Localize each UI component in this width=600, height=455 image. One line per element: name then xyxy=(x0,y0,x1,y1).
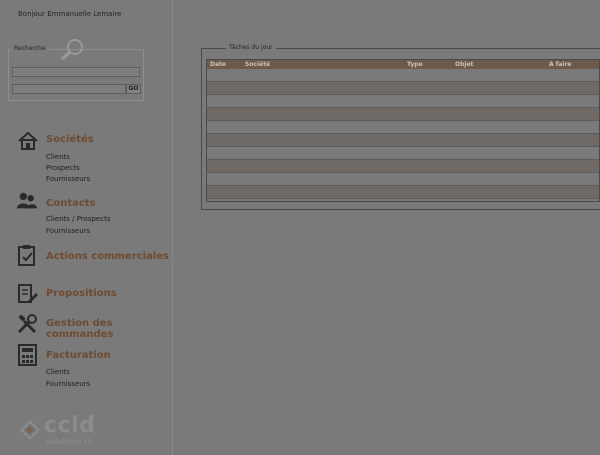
tasks-legend: Tâches du jour xyxy=(226,44,276,51)
greeting-text: Bonjour Emmanuelle Lemaire xyxy=(18,10,122,18)
search-input[interactable] xyxy=(12,67,140,77)
nav-societes-clients[interactable]: Clients xyxy=(46,153,70,161)
sidebar: Bonjour Emmanuelle Lemaire Recherche GO … xyxy=(0,0,173,455)
document-edit-icon xyxy=(18,284,38,303)
logo-tagline: solutions rh xyxy=(46,437,93,446)
clipboard-check-icon xyxy=(18,245,35,266)
table-row[interactable] xyxy=(207,69,599,82)
table-row[interactable] xyxy=(207,82,599,95)
nav-title-propositions[interactable]: Propositions xyxy=(46,288,117,299)
nav-title-societes[interactable]: Sociétés xyxy=(46,134,94,145)
col-a-faire[interactable]: A faire xyxy=(549,61,571,68)
nav-title-actions[interactable]: Actions commerciales xyxy=(46,251,169,262)
table-row[interactable] xyxy=(207,186,599,199)
home-icon xyxy=(18,131,38,150)
nav-facturation-clients[interactable]: Clients xyxy=(46,368,70,376)
nav-title-contacts[interactable]: Contacts xyxy=(46,198,96,209)
table-row[interactable] xyxy=(207,147,599,160)
tasks-table: Date Société Type Objet A faire xyxy=(206,59,600,202)
nav-facturation-fournisseurs[interactable]: Fournisseurs xyxy=(46,380,90,388)
go-button[interactable]: GO xyxy=(126,84,141,94)
table-row[interactable] xyxy=(207,134,599,147)
nav-societes-fournisseurs[interactable]: Fournisseurs xyxy=(46,175,90,183)
nav-societes-prospects[interactable]: Prospects xyxy=(46,164,80,172)
col-societe[interactable]: Société xyxy=(245,61,270,68)
col-date[interactable]: Date xyxy=(210,61,226,68)
table-row[interactable] xyxy=(207,108,599,121)
col-objet[interactable]: Objet xyxy=(455,61,473,68)
nav-contacts-fournisseurs[interactable]: Fournisseurs xyxy=(46,227,90,235)
table-row[interactable] xyxy=(207,121,599,134)
search-icon xyxy=(61,39,83,61)
table-row[interactable] xyxy=(207,95,599,108)
logo-wordmark: ccld xyxy=(44,413,96,438)
tools-icon xyxy=(17,314,37,334)
table-row[interactable] xyxy=(207,160,599,173)
nav-title-facturation[interactable]: Facturation xyxy=(46,350,111,361)
col-type[interactable]: Type xyxy=(407,61,423,68)
users-icon xyxy=(16,192,38,209)
ccld-logo-icon xyxy=(20,420,40,440)
search-legend: Recherche xyxy=(12,45,48,52)
calculator-icon xyxy=(18,344,37,366)
table-row[interactable] xyxy=(207,173,599,186)
nav-title-commandes[interactable]: Gestion des commandes xyxy=(46,318,172,340)
tasks-table-header: Date Société Type Objet A faire xyxy=(207,60,599,69)
nav-contacts-clients-prospects[interactable]: Clients / Prospects xyxy=(46,215,110,223)
search-input-secondary[interactable] xyxy=(12,84,126,94)
